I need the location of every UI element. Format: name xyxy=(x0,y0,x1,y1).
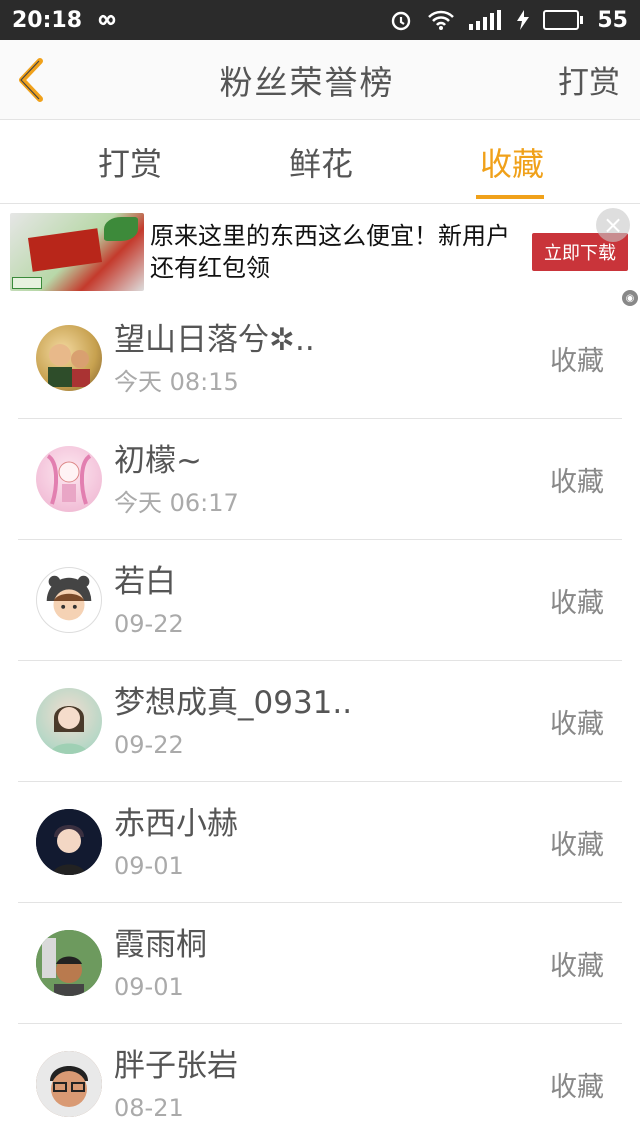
back-button[interactable] xyxy=(16,55,56,105)
tab-bar: 打赏 鲜花 收藏 xyxy=(0,120,640,204)
alarm-icon xyxy=(389,8,413,32)
user-name: 若白 xyxy=(114,564,176,600)
avatar xyxy=(36,325,102,391)
tab-reward[interactable]: 打赏 xyxy=(0,120,247,203)
list-item[interactable]: 梦想成真_0931.. 09-22 收藏 xyxy=(18,661,622,782)
list-item[interactable]: 若白 09-22 收藏 xyxy=(18,540,622,661)
user-name: 胖子张岩 xyxy=(114,1048,238,1084)
battery-icon xyxy=(543,10,584,30)
signal-icon xyxy=(469,10,503,30)
list-item[interactable]: 霞雨桐 09-01 收藏 xyxy=(18,903,622,1024)
avatar xyxy=(36,1051,102,1117)
title-bar: 粉丝荣誉榜 打赏 xyxy=(0,40,640,120)
timestamp: 今天 08:15 xyxy=(114,368,239,396)
tab-flowers[interactable]: 鲜花 xyxy=(247,120,396,203)
ad-banner[interactable]: 原来这里的东西这么便宜！新用户还有红包领 立即下载 × ◉ xyxy=(10,208,638,306)
status-bar: 20:18 55 xyxy=(0,0,640,40)
action-label: 收藏 xyxy=(550,708,604,740)
action-label: 收藏 xyxy=(550,1071,604,1103)
action-label: 收藏 xyxy=(550,829,604,861)
list-item[interactable]: 初檬~ 今天 06:17 收藏 xyxy=(18,419,622,540)
timestamp: 08-21 xyxy=(114,1094,184,1122)
action-label: 收藏 xyxy=(550,950,604,982)
list-item[interactable]: 望山日落兮✲.. 今天 08:15 收藏 xyxy=(18,298,622,419)
avatar xyxy=(36,688,102,754)
wifi-icon xyxy=(427,9,455,31)
timestamp: 09-22 xyxy=(114,610,184,638)
user-name: 赤西小赫 xyxy=(114,806,238,842)
list-item[interactable]: 胖子张岩 08-21 收藏 xyxy=(18,1024,622,1138)
ad-text: 原来这里的东西这么便宜！新用户还有红包领 xyxy=(150,222,510,282)
ad-image xyxy=(10,213,144,291)
timestamp: 今天 06:17 xyxy=(114,489,239,517)
action-label: 收藏 xyxy=(550,466,604,498)
status-time: 20:18 xyxy=(12,7,83,33)
fan-list: 望山日落兮✲.. 今天 08:15 收藏 初檬~ 今天 06:17 收藏 若白 … xyxy=(0,298,640,1138)
timestamp: 09-01 xyxy=(114,852,184,880)
user-name: 霞雨桐 xyxy=(114,927,207,963)
list-item[interactable]: 赤西小赫 09-01 收藏 xyxy=(18,782,622,903)
action-label: 收藏 xyxy=(550,345,604,377)
tab-favorites[interactable]: 收藏 xyxy=(395,120,640,203)
battery-percent: 55 xyxy=(597,7,628,33)
avatar xyxy=(36,567,102,633)
charging-icon xyxy=(517,10,530,30)
user-name: 望山日落兮✲.. xyxy=(114,322,315,358)
timestamp: 09-01 xyxy=(114,973,184,1001)
infinity-icon xyxy=(92,12,122,28)
chevron-left-icon xyxy=(19,57,43,102)
timestamp: 09-22 xyxy=(114,731,184,759)
ad-info-icon[interactable]: ◉ xyxy=(622,290,638,306)
close-icon[interactable]: × xyxy=(596,208,630,242)
avatar xyxy=(36,446,102,512)
reward-button[interactable]: 打赏 xyxy=(558,57,620,102)
action-label: 收藏 xyxy=(550,587,604,619)
page-title: 粉丝荣誉榜 xyxy=(219,62,395,102)
avatar xyxy=(36,930,102,996)
avatar xyxy=(36,809,102,875)
user-name: 初檬~ xyxy=(114,443,202,479)
user-name: 梦想成真_0931.. xyxy=(114,685,353,721)
